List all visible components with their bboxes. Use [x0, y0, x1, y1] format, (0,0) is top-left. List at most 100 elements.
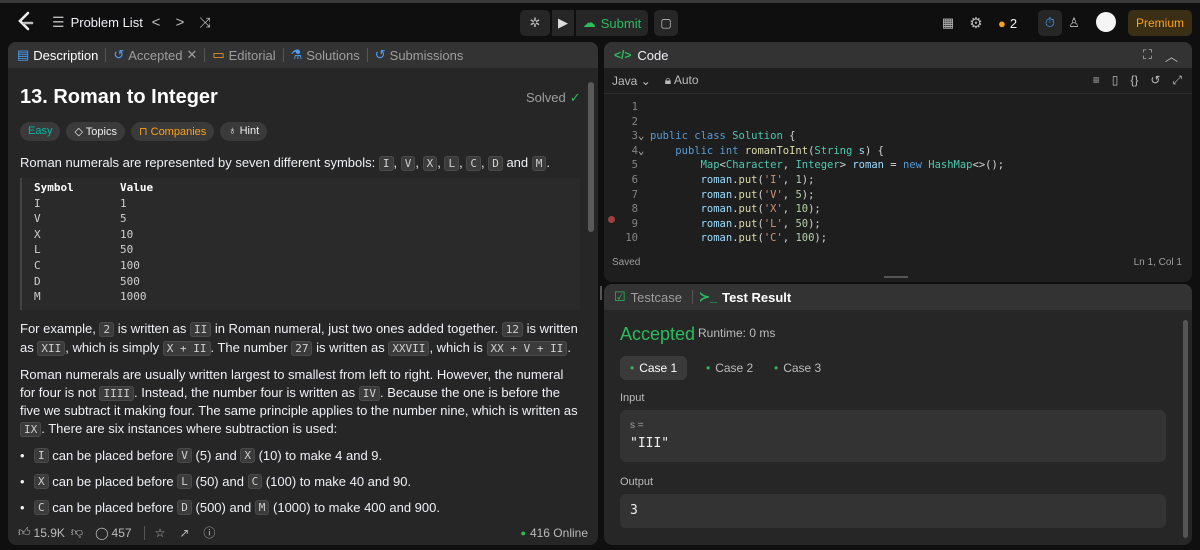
line-number: 2 [631, 115, 638, 128]
scrollbar[interactable] [1183, 320, 1188, 538]
inline-code: D [177, 499, 192, 515]
submit-button[interactable]: ☁ Submit [576, 10, 648, 36]
tab-solutions[interactable]: ⚗ Solutions [286, 47, 365, 63]
chevron-up-icon[interactable]: ︿ [1165, 46, 1178, 65]
inline-code: V [177, 447, 192, 463]
language-select[interactable]: Java ⌄ [612, 74, 651, 88]
line-number: 9 [631, 217, 638, 230]
inline-code: L [177, 473, 192, 489]
auto-toggle[interactable]: 🔒︎ Auto [665, 73, 699, 88]
tab-description[interactable]: ▤ Description [12, 47, 103, 63]
auto-label: Auto [673, 73, 699, 87]
code-line[interactable]: roman.put('X', 10); [650, 202, 1004, 217]
table-cell: 1000 [120, 290, 147, 304]
tab-submissions[interactable]: ↺ Submissions [370, 47, 469, 63]
case-3-tab[interactable]: • Case 3 [764, 356, 831, 380]
text: (50) and [191, 473, 248, 489]
input-variable: s = [630, 420, 644, 431]
header-value: Value [120, 181, 154, 194]
resize-handle-vertical[interactable] [600, 286, 602, 300]
inline-code: XII [37, 340, 66, 356]
code-line[interactable]: roman.put('C', 100); [650, 231, 1004, 246]
code-line[interactable]: public class Solution { [650, 129, 1004, 144]
code-line[interactable]: Map<Character, Integer> roman = new Hash… [650, 158, 1005, 173]
history-icon: ↺ [374, 47, 386, 62]
code-line[interactable]: roman.put('I', 1); [650, 173, 1004, 188]
layout-icon[interactable]: ▦ [938, 12, 958, 34]
breakpoint-icon[interactable] [608, 216, 615, 223]
companies-label: Companies [150, 126, 207, 138]
code-panel: </> Code ⛶ ︿ Java ⌄ 🔒︎ Auto ≡ ▯ {} ↺ ⤢ 1… [604, 42, 1192, 282]
next-problem-button[interactable]: > [170, 10, 190, 34]
code-line[interactable] [650, 100, 1004, 115]
help-icon[interactable]: ⓘ [203, 524, 215, 541]
chevron-down-icon[interactable]: ⌄ [638, 144, 644, 159]
problem-title[interactable]: 13. Roman to Integer [20, 86, 218, 109]
scrollbar[interactable] [588, 82, 594, 232]
avatar[interactable] [1096, 12, 1116, 32]
leetcode-logo[interactable] [14, 11, 36, 33]
code-line[interactable]: roman.put('L', 50); [650, 217, 1004, 232]
dislike-button[interactable]: 👎︎ [71, 525, 83, 540]
case-1-tab[interactable]: • Case 1 [620, 356, 688, 380]
streak-counter[interactable]: ● 2 [998, 12, 1017, 34]
divider [143, 525, 145, 540]
text: (100) to make 40 and 90. [262, 473, 412, 489]
inline-code: X + II [162, 340, 211, 356]
text: (1000) to make 400 and 900. [269, 499, 440, 515]
resize-handle[interactable] [884, 276, 908, 278]
format-icon[interactable]: ≡ [1093, 73, 1100, 88]
inline-code: IV [358, 385, 380, 401]
tab-test-result[interactable]: ≻_ Test Result [699, 289, 791, 305]
star-icon[interactable]: ☆ [155, 526, 166, 540]
problem-list-button[interactable]: ☰ Problem List [52, 10, 143, 34]
debug-button[interactable]: ✲ [520, 10, 550, 36]
run-button[interactable]: ▶ [552, 10, 574, 36]
input-box[interactable]: s = "III" [620, 410, 1166, 462]
table-cell: 50 [120, 243, 134, 257]
share-icon[interactable]: ↗ [179, 526, 189, 540]
tab-accepted[interactable]: ↺ Accepted ✕ [108, 47, 202, 63]
premium-label: Premium [1135, 16, 1184, 30]
braces-icon[interactable]: {} [1130, 73, 1138, 88]
premium-button[interactable]: Premium [1128, 10, 1192, 36]
shuffle-icon[interactable]: ⤨ [194, 10, 216, 34]
line-number: 10 [625, 232, 638, 245]
notes-button[interactable]: ▢ [654, 10, 678, 36]
tab-solutions-label: Solutions [306, 47, 360, 63]
tab-editorial[interactable]: ▭ Editorial [207, 47, 280, 63]
solved-label: Solved [526, 90, 566, 105]
case-label: Case 2 [715, 361, 754, 375]
code-line[interactable] [650, 115, 1004, 130]
text: is written as [312, 339, 389, 355]
maximize-icon[interactable]: ⛶ [1143, 47, 1152, 63]
table-cell: 100 [120, 258, 140, 272]
prev-problem-button[interactable]: < [146, 10, 166, 34]
expand-icon[interactable]: ⤢ [1172, 73, 1182, 88]
hint-tag[interactable]: ♁ Hint [220, 122, 268, 141]
chevron-down-icon[interactable]: ⌄ [638, 129, 644, 144]
close-icon[interactable]: ✕ [186, 47, 197, 63]
topics-tag[interactable]: ◇ Topics [66, 122, 125, 141]
bookmark-icon[interactable]: ▯ [1112, 73, 1119, 88]
add-friend-icon[interactable]: ♙ [1064, 12, 1084, 34]
inline-code: X [240, 447, 255, 463]
output-value: 3 [630, 503, 638, 518]
divider [366, 48, 368, 62]
reset-icon[interactable]: ↺ [1150, 73, 1160, 88]
code-line[interactable]: public int romanToInt(String s) { [650, 144, 1004, 159]
case-2-tab[interactable]: • Case 2 [696, 356, 763, 380]
note-icon: ▢ [660, 16, 672, 30]
output-box[interactable]: 3 [620, 494, 1166, 528]
code-editor[interactable]: 1 2 3 4 5 6 7 8 9 10 ⌄ ⌄ public class So… [604, 98, 1192, 253]
line-gutter: 1 2 3 4 5 6 7 8 9 10 [618, 100, 638, 246]
tab-testcase[interactable]: ☑ Testcase [614, 289, 682, 305]
header-symbol: Symbol [34, 181, 74, 194]
code-line[interactable]: roman.put('V', 5); [650, 188, 1004, 203]
comments-button[interactable]: ◯ 457 [95, 526, 131, 540]
companies-tag[interactable]: ⊓ Companies [130, 122, 215, 141]
gear-icon[interactable]: ⚙ [966, 12, 986, 34]
inline-code: XX + V + II [486, 340, 568, 356]
timer-button[interactable]: ⏱ [1038, 10, 1062, 36]
like-button[interactable]: 👍︎ 15.9K [18, 525, 65, 540]
